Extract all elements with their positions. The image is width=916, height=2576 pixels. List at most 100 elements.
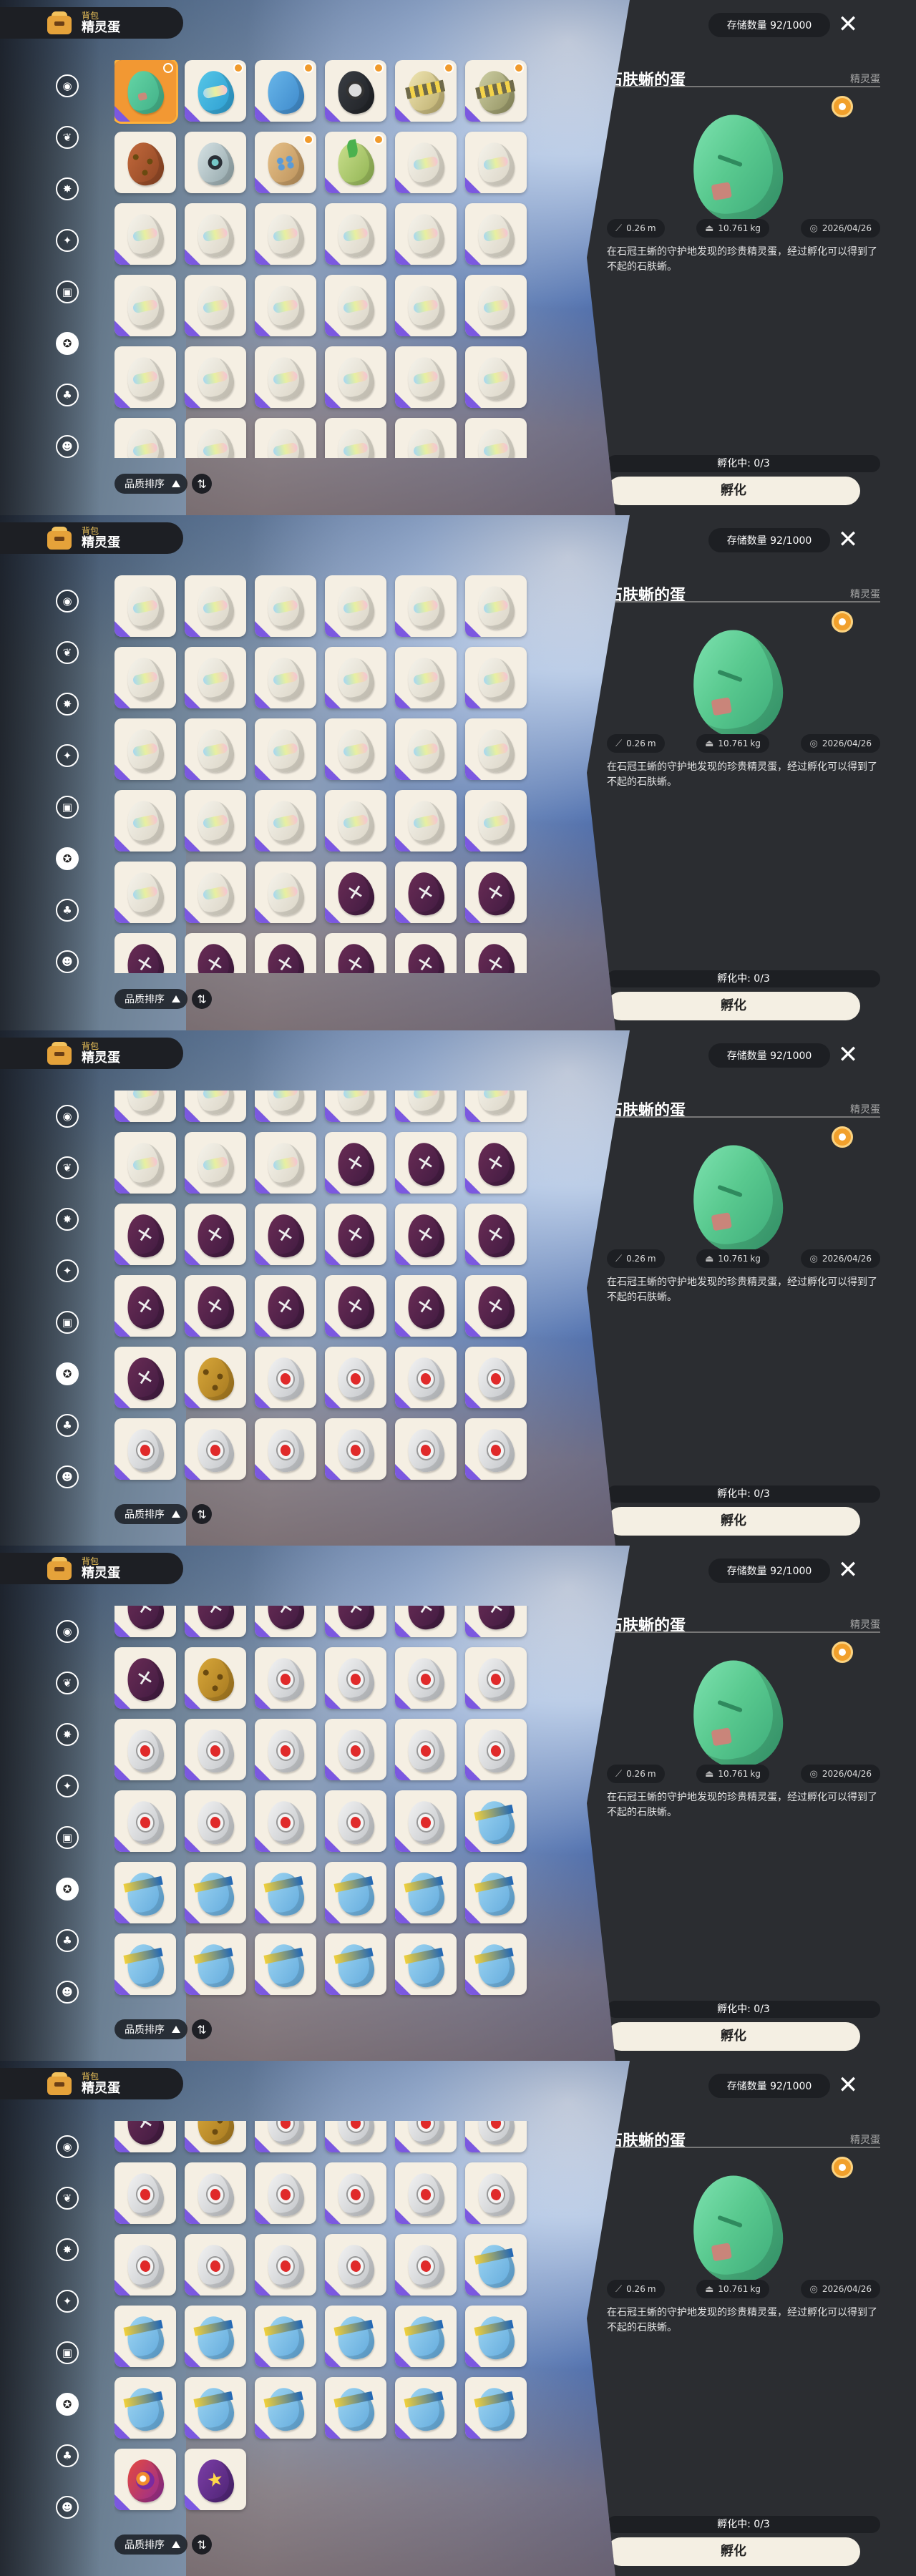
egg-slot[interactable]: [325, 575, 386, 637]
egg-slot[interactable]: [465, 2377, 527, 2439]
category-tab[interactable]: ❦: [53, 2184, 82, 2212]
close-icon[interactable]: ✕: [834, 1040, 862, 1069]
egg-slot[interactable]: [255, 2162, 316, 2224]
egg-slot[interactable]: [395, 647, 457, 708]
category-tab[interactable]: ✸: [53, 690, 82, 718]
egg-slot[interactable]: [395, 203, 457, 265]
hatch-button[interactable]: 孵化: [607, 1507, 860, 1536]
egg-slot[interactable]: [325, 1606, 386, 1637]
egg-slot[interactable]: [185, 2121, 246, 2152]
egg-slot[interactable]: [465, 2306, 527, 2367]
egg-slot[interactable]: [114, 1790, 176, 1852]
egg-slot[interactable]: [395, 418, 457, 458]
egg-slot[interactable]: [255, 275, 316, 336]
category-tab[interactable]: ✪: [53, 329, 82, 358]
egg-slot[interactable]: [114, 718, 176, 780]
egg-slot[interactable]: [465, 1132, 527, 1194]
egg-slot[interactable]: [395, 2306, 457, 2367]
egg-slot[interactable]: [395, 60, 457, 122]
category-tab[interactable]: ❦: [53, 1669, 82, 1697]
egg-slot[interactable]: [255, 2377, 316, 2439]
egg-slot[interactable]: [255, 1275, 316, 1337]
category-tab[interactable]: ☻: [53, 432, 82, 461]
egg-slot[interactable]: [395, 1418, 457, 1480]
egg-slot[interactable]: [465, 1418, 527, 1480]
egg-slot[interactable]: [395, 575, 457, 637]
egg-slot[interactable]: [395, 718, 457, 780]
egg-slot[interactable]: [185, 1933, 246, 1995]
egg-slot[interactable]: [395, 1719, 457, 1780]
category-tab[interactable]: ♣: [53, 1926, 82, 1955]
category-tab[interactable]: ✦: [53, 741, 82, 770]
egg-slot[interactable]: [465, 275, 527, 336]
egg-slot[interactable]: [325, 647, 386, 708]
egg-slot[interactable]: [465, 1204, 527, 1265]
egg-slot[interactable]: [395, 132, 457, 193]
egg-slot[interactable]: [395, 2121, 457, 2152]
sort-button[interactable]: 品质排序: [114, 1504, 187, 1524]
egg-slot[interactable]: [255, 2121, 316, 2152]
sort-button[interactable]: 品质排序: [114, 989, 187, 1009]
egg-slot[interactable]: [114, 346, 176, 408]
egg-slot[interactable]: [114, 647, 176, 708]
egg-slot[interactable]: [465, 203, 527, 265]
egg-slot[interactable]: [325, 1132, 386, 1194]
egg-slot[interactable]: [255, 2234, 316, 2296]
egg-slot[interactable]: [325, 60, 386, 122]
egg-slot[interactable]: [185, 1204, 246, 1265]
egg-slot[interactable]: [325, 2162, 386, 2224]
category-tab[interactable]: ♣: [53, 1411, 82, 1440]
egg-slot[interactable]: [255, 203, 316, 265]
category-tab[interactable]: ◉: [53, 1617, 82, 1646]
egg-slot[interactable]: [185, 1275, 246, 1337]
egg-slot[interactable]: [114, 1132, 176, 1194]
egg-slot[interactable]: [395, 1275, 457, 1337]
category-tab[interactable]: ❦: [53, 123, 82, 152]
egg-slot[interactable]: [465, 1647, 527, 1709]
egg-slot[interactable]: [185, 1132, 246, 1194]
egg-slot[interactable]: [185, 575, 246, 637]
egg-slot[interactable]: [114, 790, 176, 852]
egg-slot[interactable]: [395, 1647, 457, 1709]
egg-slot[interactable]: [395, 790, 457, 852]
egg-slot[interactable]: [114, 132, 176, 193]
egg-slot[interactable]: [114, 1091, 176, 1122]
egg-slot[interactable]: [185, 1719, 246, 1780]
egg-slot[interactable]: [325, 1862, 386, 1923]
egg-slot[interactable]: [395, 346, 457, 408]
category-tab[interactable]: ✪: [53, 1360, 82, 1388]
egg-slot[interactable]: [255, 1933, 316, 1995]
category-tab[interactable]: ☻: [53, 1978, 82, 2006]
egg-slot[interactable]: [465, 862, 527, 923]
egg-slot[interactable]: [325, 2234, 386, 2296]
swap-order-icon[interactable]: ⇅: [192, 2019, 212, 2039]
category-tab[interactable]: ♣: [53, 381, 82, 409]
close-icon[interactable]: ✕: [834, 10, 862, 39]
egg-slot[interactable]: [114, 1204, 176, 1265]
egg-slot[interactable]: [185, 1091, 246, 1122]
egg-slot[interactable]: [395, 1091, 457, 1122]
egg-slot[interactable]: [465, 1275, 527, 1337]
category-tab[interactable]: ◉: [53, 72, 82, 100]
egg-slot[interactable]: [325, 2121, 386, 2152]
egg-slot[interactable]: [465, 2234, 527, 2296]
egg-slot[interactable]: [114, 275, 176, 336]
egg-slot[interactable]: [395, 1862, 457, 1923]
egg-slot[interactable]: [395, 1790, 457, 1852]
sort-button[interactable]: 品质排序: [114, 2019, 187, 2039]
egg-slot[interactable]: [395, 1933, 457, 1995]
egg-slot[interactable]: [255, 1204, 316, 1265]
egg-slot[interactable]: [255, 933, 316, 973]
egg-slot[interactable]: [185, 862, 246, 923]
egg-slot[interactable]: [465, 1347, 527, 1408]
egg-slot[interactable]: [325, 2306, 386, 2367]
egg-slot[interactable]: [255, 1418, 316, 1480]
egg-slot[interactable]: [185, 60, 246, 122]
egg-slot[interactable]: [185, 2449, 246, 2510]
egg-slot[interactable]: [114, 1606, 176, 1637]
egg-slot[interactable]: [185, 1647, 246, 1709]
category-tab[interactable]: ✦: [53, 226, 82, 255]
category-tab[interactable]: ✸: [53, 175, 82, 203]
egg-slot[interactable]: [325, 718, 386, 780]
egg-slot[interactable]: [185, 203, 246, 265]
